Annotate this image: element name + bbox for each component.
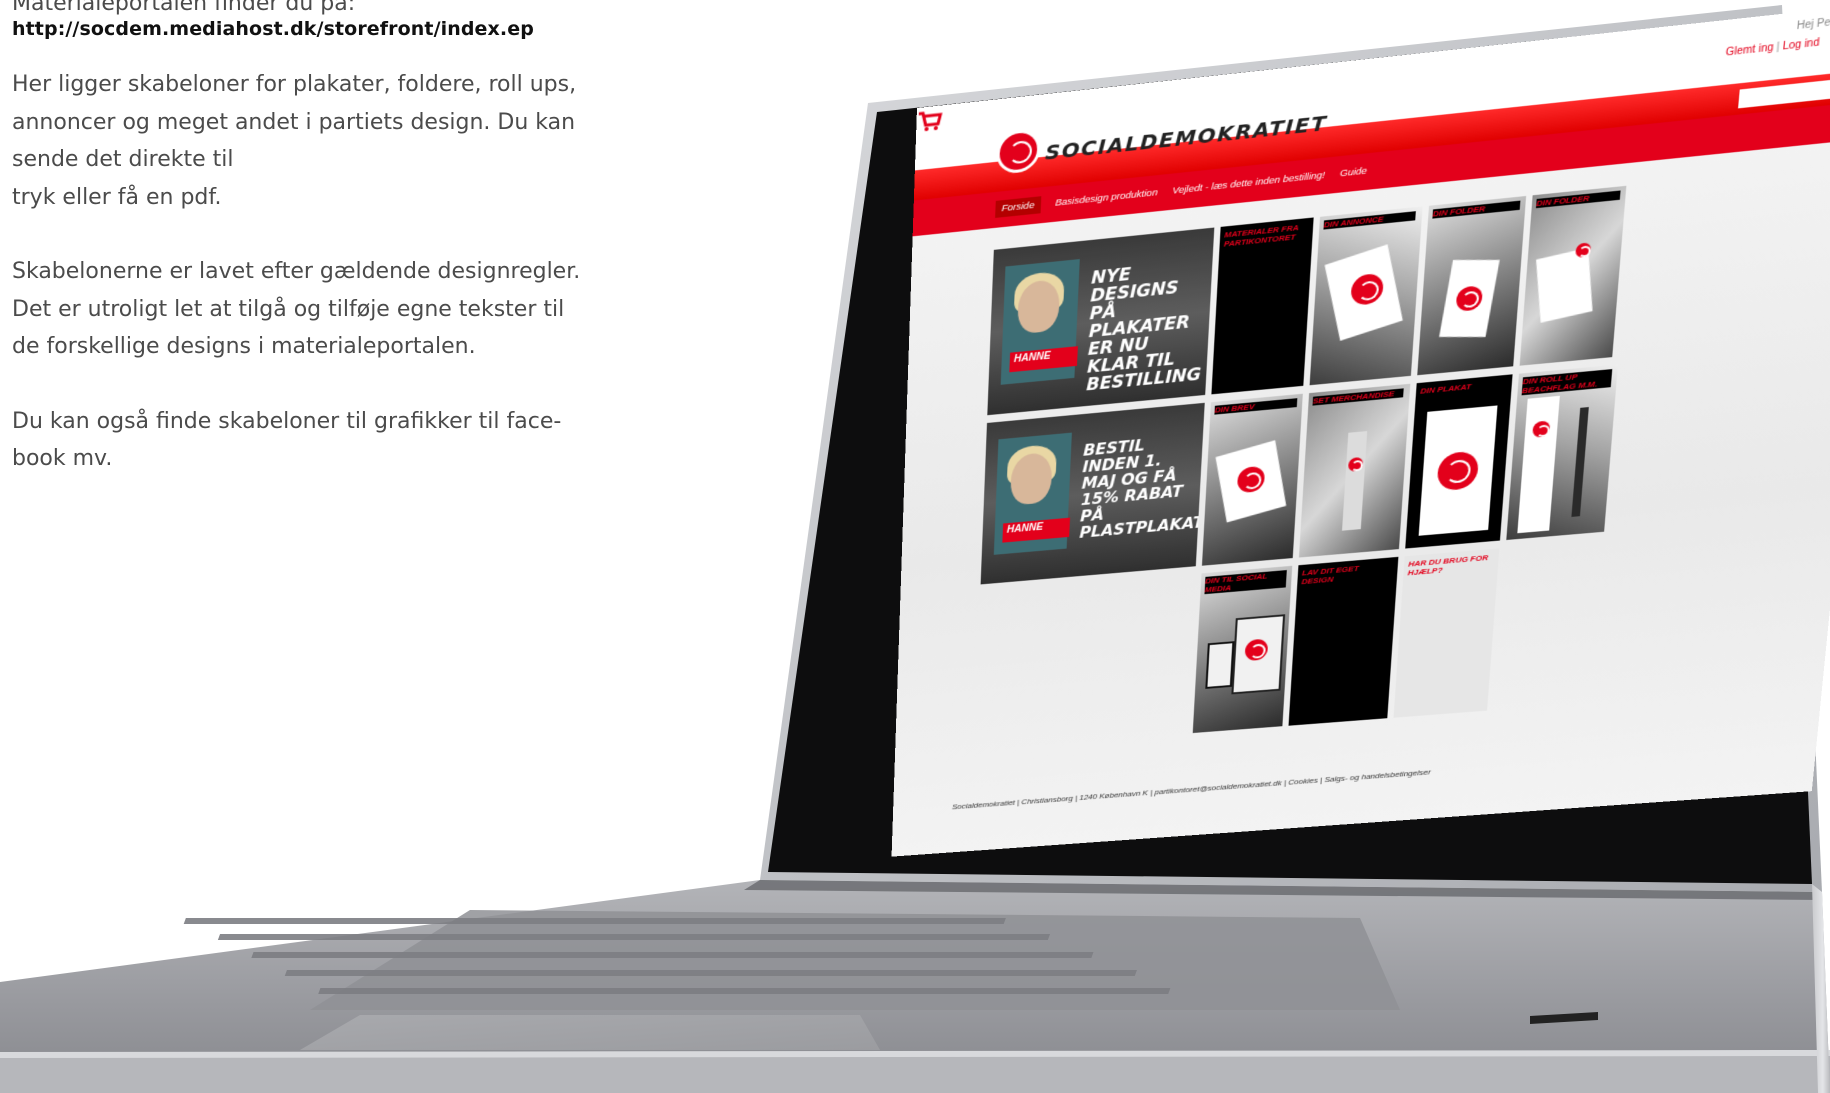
- tile-folder[interactable]: DIN FOLDER: [1417, 196, 1526, 375]
- trackpad: [300, 1015, 880, 1050]
- p1-line-c: sende det direkte til: [12, 147, 233, 172]
- tile-ad[interactable]: DIN ANNONCE: [1310, 206, 1423, 385]
- p2-line-a: Skabelonerne er lavet efter gældende des…: [12, 259, 580, 284]
- tile-merchandise[interactable]: SET MERCHANDISE: [1299, 384, 1410, 558]
- p3-line-b: book mv.: [12, 446, 112, 471]
- p1-line-a: Her ligger skabeloner for plakater, fold…: [12, 72, 576, 97]
- tile-own-design[interactable]: LAV DIT EGET DESIGN: [1289, 557, 1399, 726]
- promo-banner-new-designs[interactable]: HANNE NYE DESIGNS PÅ PLAKATER ER NU KLAR…: [987, 228, 1214, 416]
- article-paragraph-2: Skabelonerne er lavet efter gældende des…: [12, 253, 602, 366]
- keyboard-deck: [0, 880, 1830, 1093]
- p1-line-d: tryk eller få en pdf.: [12, 185, 222, 210]
- banner-headline: BESTIL INDEN 1. MAJ OG FÅ 15% RABAT PÅ P…: [1079, 433, 1197, 542]
- banner-headline: NYE DESIGNS PÅ PLAKATER ER NU KLAR TIL B…: [1086, 258, 1206, 394]
- article-intro-line: Materialeportalen finder du på:: [12, 0, 355, 16]
- nav-item-forside[interactable]: Forside: [995, 196, 1041, 218]
- tile-materials[interactable]: MATERIALER FRA PARTIKONTORET: [1211, 217, 1313, 394]
- p2-line-b: Det er utroligt let at tilgå og tilføje …: [12, 297, 564, 322]
- tile-letter[interactable]: DIN BREV: [1202, 394, 1303, 566]
- nav-item-guide[interactable]: Guide: [1339, 165, 1367, 182]
- site-footer: Socialdemokratiet | Christiansborg | 124…: [952, 768, 1431, 812]
- tile-poster[interactable]: DIN PLAKAT: [1405, 374, 1512, 548]
- nav-item-basisdesign[interactable]: Basisdesign produktion: [1055, 187, 1158, 212]
- portal-url-link[interactable]: http://socdem.mediahost.dk/storefront/in…: [12, 18, 602, 40]
- p2-line-c: de forskellige designs i materialeportal…: [12, 334, 476, 359]
- shopping-cart-icon[interactable]: [916, 105, 944, 134]
- tile-folder-2[interactable]: DIN FOLDER: [1520, 186, 1627, 366]
- article-paragraph-3: Du kan også finde skabeloner til grafikk…: [12, 403, 602, 478]
- tile-rollup[interactable]: DIN ROLL UP BEACHFLAG M.M.: [1506, 365, 1618, 540]
- nav-item-vejledt[interactable]: Vejledt - læs dette inden bestilling!: [1172, 170, 1326, 200]
- laptop-screen: Hej Peter Glemt ing | Log ind 0 SOCIALDE…: [892, 2, 1830, 857]
- tile-help[interactable]: HAR DU BRUG FOR HJÆLP?: [1393, 548, 1499, 717]
- promo-banner-discount[interactable]: HANNE BESTIL INDEN 1. MAJ OG FÅ 15% RABA…: [981, 403, 1205, 585]
- article: Materialeportalen finder du på: http://s…: [12, 0, 602, 478]
- article-paragraph-1: Her ligger skabeloner for plakater, fold…: [12, 66, 602, 216]
- tile-social-media[interactable]: DIN TIL SOCIAL MEDIA: [1193, 566, 1293, 733]
- p3-line-a: Du kan også finde skabeloner til grafikk…: [12, 409, 561, 434]
- p1-line-b: annoncer og meget andet i partiets desig…: [12, 110, 575, 135]
